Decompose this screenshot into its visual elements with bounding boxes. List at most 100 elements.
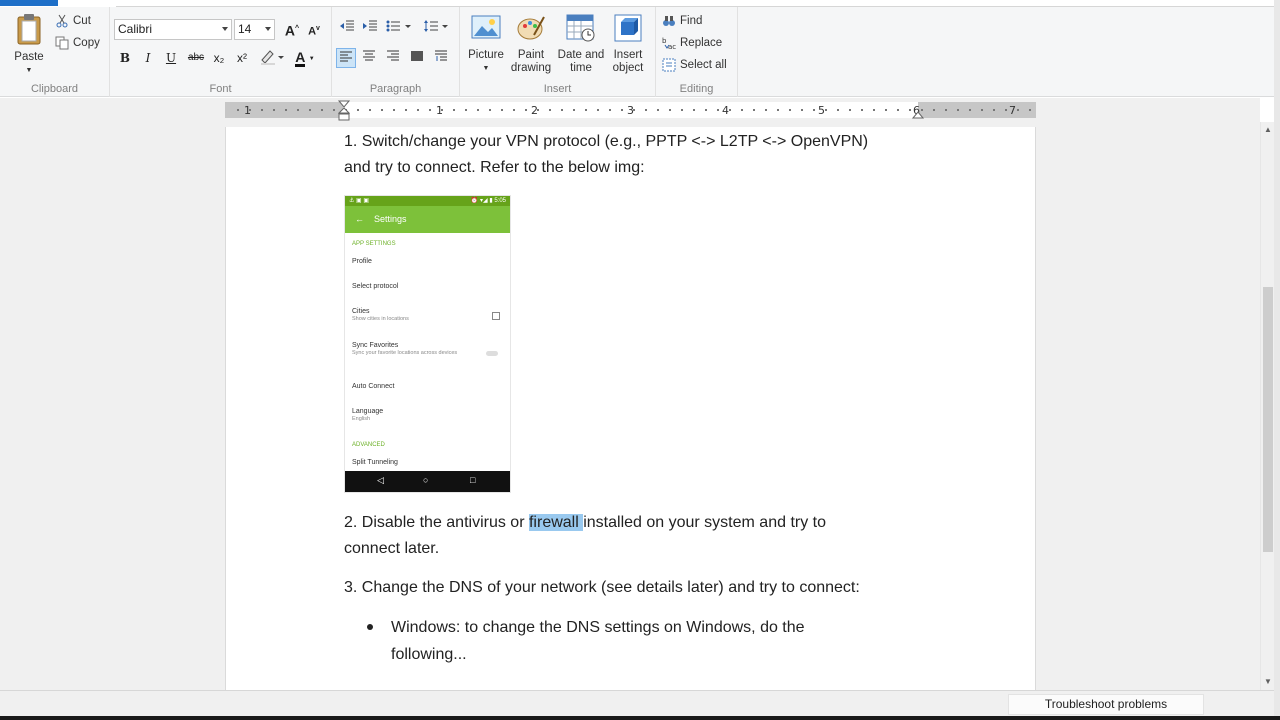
align-left-button[interactable] <box>336 48 356 68</box>
increase-indent-button[interactable] <box>360 19 380 39</box>
document-area[interactable]: 1. Switch/change your VPN protocol (e.g.… <box>0 122 1260 690</box>
scroll-up-icon[interactable]: ▲ <box>1261 122 1275 138</box>
date-time-label-2: time <box>570 62 592 74</box>
underline-button[interactable]: U <box>161 48 181 68</box>
bullet-1-line-1[interactable]: Windows: to change the DNS settings on W… <box>391 615 805 641</box>
ruler-tick <box>261 109 263 111</box>
date-time-label-1: Date and <box>557 49 605 61</box>
paragraph-1-line-1[interactable]: 1. Switch/change your VPN protocol (e.g.… <box>344 129 868 155</box>
strikethrough-button[interactable]: abc <box>184 48 208 68</box>
paint-drawing-label-2: drawing <box>510 62 552 74</box>
insert-object-button[interactable]: Insert object <box>608 13 648 75</box>
italic-button[interactable]: I <box>138 48 158 68</box>
file-tab[interactable] <box>0 0 58 6</box>
increase-indent-icon <box>362 20 378 36</box>
paragraph-2-line-2[interactable]: connect later. <box>344 536 439 562</box>
insert-object-label-2: object <box>612 62 644 74</box>
paste-button[interactable]: Paste ▼ <box>10 13 48 77</box>
ruler[interactable]: 1 1 2 3 4 5 6 7 <box>0 98 1260 122</box>
bullet-1-line-2[interactable]: following... <box>391 642 467 668</box>
select-all-button[interactable]: Select all <box>662 56 727 74</box>
ruler-tick <box>885 109 887 111</box>
phone-app-bar: ← Settings <box>345 206 510 233</box>
clipboard-group: Paste ▼ Cut Copy Clipboard <box>0 7 110 97</box>
paragraph-3[interactable]: 3. Change the DNS of your network (see d… <box>344 575 860 601</box>
svg-text:b: b <box>662 37 667 45</box>
ruler-tick <box>573 109 575 111</box>
phone-section-advanced: ADVANCED <box>352 442 385 448</box>
taskbar-edge <box>0 716 1280 720</box>
ruler-tick <box>621 109 623 111</box>
grow-font-button[interactable]: A^ <box>282 19 302 39</box>
select-all-icon <box>662 58 676 72</box>
ruler-tick <box>717 109 719 111</box>
ruler-tick <box>789 109 791 111</box>
nav-home-icon: ○ <box>423 475 429 485</box>
decrease-indent-button[interactable] <box>337 19 357 39</box>
embedded-screenshot[interactable]: ⚓ ▣ ▣ ⏰ ▾◢ ▮ 5:05 ← Settings APP SETTINGS… <box>344 195 511 493</box>
document-page[interactable]: 1. Switch/change your VPN protocol (e.g.… <box>225 127 1036 690</box>
scroll-thumb[interactable] <box>1263 287 1273 552</box>
troubleshoot-button[interactable]: Troubleshoot problems <box>1008 694 1204 715</box>
grow-font-icon: A <box>284 22 296 39</box>
align-center-button[interactable] <box>359 48 379 68</box>
object-icon <box>608 13 648 47</box>
font-color-icon: A <box>295 49 306 67</box>
ruler-tick <box>333 109 335 111</box>
line-spacing-button[interactable] <box>422 19 450 39</box>
copy-button[interactable]: Copy <box>55 34 100 52</box>
replace-label: Replace <box>680 37 723 49</box>
phone-item-split-tunneling: Split Tunneling <box>352 459 398 466</box>
ruler-tick <box>513 109 515 111</box>
date-time-button[interactable]: Date and time <box>556 13 606 75</box>
bullets-button[interactable] <box>385 19 413 39</box>
font-size-select[interactable]: 14 <box>234 19 275 40</box>
vertical-scrollbar[interactable]: ▲ ▼ <box>1260 122 1274 690</box>
paragraph-2-line-1[interactable]: 2. Disable the antivirus or firewall ins… <box>344 510 826 536</box>
cut-button[interactable]: Cut <box>55 12 91 30</box>
chevron-down-icon <box>222 27 228 31</box>
highlight-color-button[interactable] <box>258 48 286 68</box>
ruler-tick <box>993 109 995 111</box>
status-icons: ⚓ ▣ ▣ <box>349 198 370 204</box>
chevron-down-icon: ▼ <box>308 55 315 62</box>
font-color-button[interactable]: A ▼ <box>290 48 320 68</box>
align-left-icon <box>339 51 353 66</box>
find-button[interactable]: Find <box>662 12 702 30</box>
paragraph-1-line-2[interactable]: and try to connect. Refer to the below i… <box>344 155 645 181</box>
paragraph-2-text: installed on your system and try to <box>583 514 826 531</box>
font-family-select[interactable]: Calibri <box>114 19 232 40</box>
ruler-tick <box>1005 109 1007 111</box>
ruler-tick <box>501 109 503 111</box>
align-right-button[interactable] <box>383 48 403 68</box>
ruler-tick <box>933 109 935 111</box>
paragraph-icon <box>434 50 448 65</box>
insert-group: Picture ▼ Paint drawing Date and time In… <box>460 7 656 97</box>
copy-icon <box>55 36 69 50</box>
selected-text[interactable]: firewall <box>528 514 584 531</box>
phone-item-language: Language English <box>352 408 384 422</box>
justify-button[interactable] <box>407 48 427 68</box>
select-all-label: Select all <box>680 59 727 71</box>
subscript-button[interactable]: x₂ <box>209 48 229 68</box>
phone-section-app-settings: APP SETTINGS <box>352 241 396 247</box>
superscript-button[interactable]: x² <box>232 48 252 68</box>
picture-button[interactable]: Picture ▼ <box>466 13 506 75</box>
right-indent-marker[interactable] <box>911 108 925 123</box>
ruler-tick <box>957 109 959 111</box>
scroll-down-icon[interactable]: ▼ <box>1261 674 1275 690</box>
status-bar: Troubleshoot problems <box>0 690 1274 716</box>
ruler-tick <box>525 109 527 111</box>
ruler-tick <box>825 109 827 111</box>
chevron-down-icon[interactable]: ▼ <box>466 62 506 75</box>
replace-button[interactable]: b ac Replace <box>662 34 722 52</box>
bold-button[interactable]: B <box>115 48 135 68</box>
shrink-font-button[interactable]: Av <box>304 19 324 39</box>
paragraph-settings-button[interactable] <box>431 48 451 68</box>
ruler-tick <box>741 109 743 111</box>
phone-status-bar: ⚓ ▣ ▣ ⏰ ▾◢ ▮ 5:05 <box>345 196 510 206</box>
chevron-down-icon[interactable]: ▼ <box>10 64 48 77</box>
align-center-icon <box>362 50 376 65</box>
paint-drawing-button[interactable]: Paint drawing <box>508 13 554 75</box>
font-size-value: 14 <box>238 22 252 36</box>
